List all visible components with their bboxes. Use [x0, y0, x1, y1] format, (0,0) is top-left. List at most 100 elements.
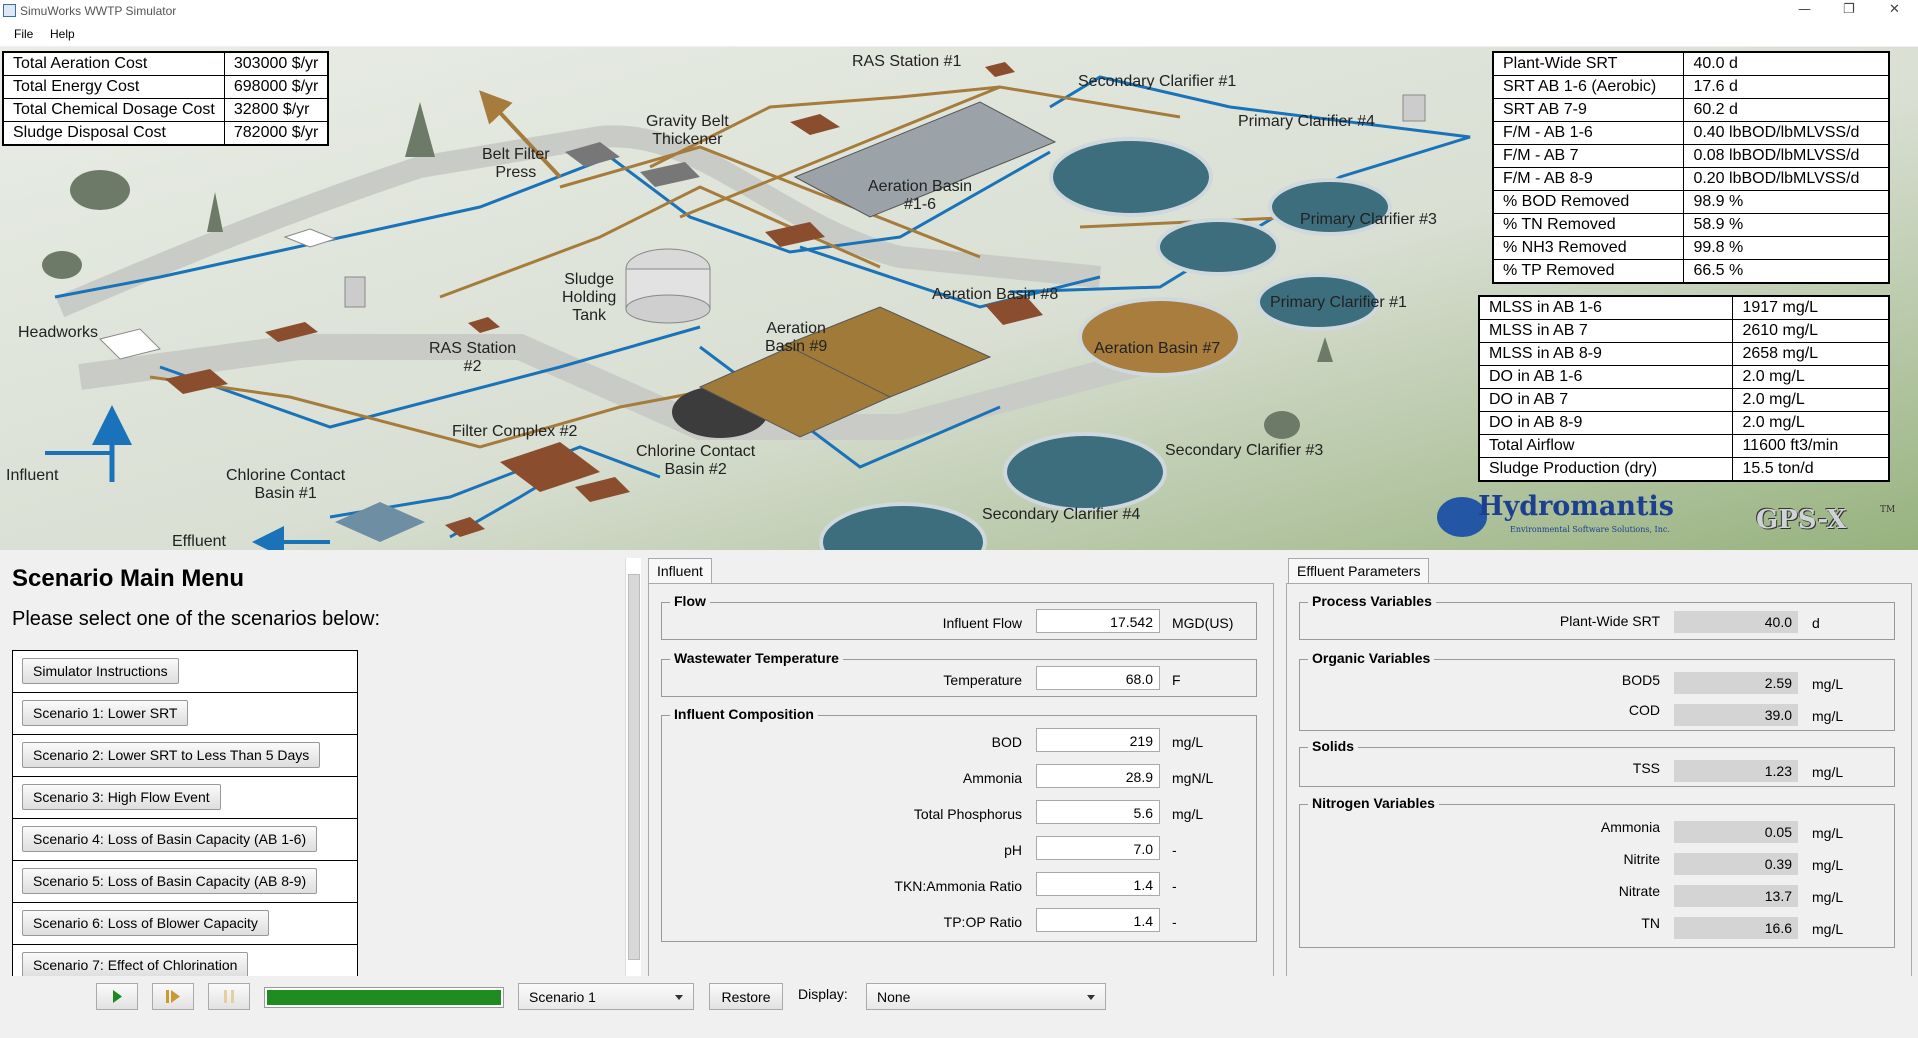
label-primary-clarifier-1[interactable]: Primary Clarifier #1 — [1270, 294, 1407, 312]
cost-value: 782000 $/yr — [223, 121, 329, 146]
label-secondary-clarifier-3[interactable]: Secondary Clarifier #3 — [1165, 442, 1323, 460]
eff-nitrate-unit: mg/L — [1812, 889, 1844, 905]
organic-variables-title: Organic Variables — [1308, 650, 1435, 666]
label-aeration-basin-7[interactable]: Aeration Basin #7 — [1094, 340, 1220, 358]
eff-cod-unit: mg/L — [1812, 708, 1844, 724]
srt-label: F/M - AB 7 — [1492, 144, 1685, 168]
label-headworks[interactable]: Headworks — [18, 324, 98, 342]
temperature-field[interactable]: 68.0 — [1036, 666, 1160, 690]
temperature-label: Temperature — [943, 672, 1022, 688]
bod-unit: mg/L — [1172, 734, 1204, 750]
scenario-6-button[interactable]: Scenario 6: Loss of Blower Capacity — [22, 910, 269, 936]
scenario-2-button[interactable]: Scenario 2: Lower SRT to Less Than 5 Day… — [22, 742, 321, 768]
process-variables-group: Process Variables Plant-Wide SRT 40.0 d — [1299, 593, 1895, 640]
eff-ammonia-value: 0.05 — [1674, 821, 1798, 843]
ph-label: pH — [1004, 842, 1022, 858]
list-item: Scenario 5: Loss of Basin Capacity (AB 8… — [13, 861, 357, 903]
menu-file[interactable]: File — [14, 27, 33, 41]
label-ras-station-1[interactable]: RAS Station #1 — [852, 53, 961, 71]
scenario-5-button[interactable]: Scenario 5: Loss of Basin Capacity (AB 8… — [22, 868, 318, 894]
srt-value: 60.2 d — [1683, 98, 1890, 122]
cost-table: Total Aeration Cost 303000 $/yr Total Ene… — [2, 51, 330, 146]
cost-label: Total Aeration Cost — [2, 51, 225, 76]
list-item: Simulator Instructions — [13, 651, 357, 693]
close-button[interactable]: ✕ — [1889, 2, 1900, 17]
restore-button[interactable]: ❐ — [1843, 2, 1855, 17]
flow-group-title: Flow — [670, 593, 710, 609]
mlss-label: MLSS in AB 8-9 — [1478, 342, 1734, 366]
minimize-button[interactable]: — — [1798, 2, 1811, 17]
tkn-ratio-field[interactable]: 1.4 — [1036, 872, 1160, 896]
tab-effluent-parameters[interactable]: Effluent Parameters — [1288, 558, 1430, 583]
tp-op-ratio-label: TP:OP Ratio — [943, 914, 1022, 930]
mlss-label: Sludge Production (dry) — [1478, 457, 1734, 482]
eff-srt-label: Plant-Wide SRT — [1559, 613, 1660, 629]
scenario-scrollbar[interactable] — [625, 558, 641, 976]
ammonia-field[interactable]: 28.9 — [1036, 764, 1160, 788]
temperature-group-title: Wastewater Temperature — [670, 650, 843, 666]
composition-group-title: Influent Composition — [670, 706, 818, 722]
label-chlorine-contact-basin-2[interactable]: Chlorine Contact Basin #2 — [636, 443, 755, 479]
composition-group: Influent Composition BOD 219 mg/L Ammoni… — [661, 706, 1257, 942]
label-sludge-holding-tank[interactable]: Sludge Holding Tank — [562, 271, 616, 325]
label-secondary-clarifier-4[interactable]: Secondary Clarifier #4 — [982, 506, 1140, 524]
label-filter-complex-2[interactable]: Filter Complex #2 — [452, 423, 577, 441]
ph-field[interactable]: 7.0 — [1036, 836, 1160, 860]
gpsx-trademark: TM — [1880, 505, 1896, 515]
label-secondary-clarifier-1[interactable]: Secondary Clarifier #1 — [1078, 73, 1236, 91]
srt-value: 99.8 % — [1683, 236, 1890, 260]
label-gravity-belt-thickener[interactable]: Gravity Belt Thickener — [646, 113, 729, 149]
bod-field[interactable]: 219 — [1036, 728, 1160, 752]
eff-srt-value: 40.0 — [1674, 611, 1798, 633]
nitrogen-variables-title: Nitrogen Variables — [1308, 795, 1439, 811]
mlss-value: 2.0 mg/L — [1732, 388, 1890, 412]
srt-value: 0.08 lbBOD/lbMLVSS/d — [1683, 144, 1890, 168]
scenario-7-button[interactable]: Scenario 7: Effect of Chlorination — [22, 952, 249, 977]
tp-op-ratio-field[interactable]: 1.4 — [1036, 908, 1160, 932]
mlss-label: MLSS in AB 1-6 — [1478, 295, 1734, 320]
scenario-select[interactable]: Scenario 1 — [518, 983, 694, 1010]
total-phosphorus-label: Total Phosphorus — [913, 806, 1022, 822]
menu-help[interactable]: Help — [50, 27, 75, 41]
label-primary-clarifier-4[interactable]: Primary Clarifier #4 — [1238, 113, 1375, 131]
progress-bar — [264, 987, 504, 1008]
chevron-down-icon — [1087, 995, 1095, 1000]
menu-bar: File Help — [0, 22, 1918, 46]
bod-label: BOD — [991, 734, 1022, 750]
label-chlorine-contact-basin-1[interactable]: Chlorine Contact Basin #1 — [226, 467, 345, 503]
play-button[interactable] — [96, 983, 138, 1010]
restore-button[interactable]: Restore — [709, 983, 783, 1010]
srt-label: SRT AB 7-9 — [1492, 98, 1685, 122]
total-phosphorus-field[interactable]: 5.6 — [1036, 800, 1160, 824]
eff-tn-value: 16.6 — [1674, 917, 1798, 939]
eff-tn-label: TN — [1641, 915, 1660, 931]
mlss-label: DO in AB 8-9 — [1478, 411, 1734, 435]
srt-value: 0.40 lbBOD/lbMLVSS/d — [1683, 121, 1890, 145]
influent-flow-field[interactable]: 17.542 — [1036, 609, 1160, 633]
label-belt-filter-press[interactable]: Belt Filter Press — [482, 146, 550, 182]
label-effluent: Effluent — [172, 533, 226, 550]
eff-ammonia-unit: mg/L — [1812, 825, 1844, 841]
scrollbar-thumb[interactable] — [628, 574, 640, 960]
label-aeration-basin-8[interactable]: Aeration Basin #8 — [932, 286, 1058, 304]
step-button[interactable] — [152, 983, 194, 1010]
eff-srt-unit: d — [1812, 615, 1820, 631]
label-ras-station-2[interactable]: RAS Station #2 — [429, 340, 516, 376]
tab-influent[interactable]: Influent — [648, 558, 712, 583]
mlss-table: MLSS in AB 1-6 1917 mg/L MLSS in AB 7 2610… — [1478, 295, 1890, 482]
eff-nitrate-value: 13.7 — [1674, 885, 1798, 907]
pause-button[interactable] — [208, 983, 250, 1010]
eff-bod-unit: mg/L — [1812, 676, 1844, 692]
influent-flow-label: Influent Flow — [942, 615, 1022, 631]
display-select[interactable]: None — [866, 983, 1106, 1010]
simulator-instructions-button[interactable]: Simulator Instructions — [22, 658, 179, 684]
mlss-value: 2658 mg/L — [1732, 342, 1890, 366]
label-primary-clarifier-3[interactable]: Primary Clarifier #3 — [1300, 211, 1437, 229]
label-aeration-basin-1-6[interactable]: Aeration Basin #1-6 — [868, 178, 972, 214]
scenario-list: Simulator Instructions Scenario 1: Lower… — [12, 650, 358, 978]
scenario-4-button[interactable]: Scenario 4: Loss of Basin Capacity (AB 1… — [22, 826, 318, 852]
solids-group: Solids TSS 1.23 mg/L — [1299, 738, 1895, 787]
scenario-3-button[interactable]: Scenario 3: High Flow Event — [22, 784, 221, 810]
scenario-1-button[interactable]: Scenario 1: Lower SRT — [22, 700, 189, 726]
label-aeration-basin-9[interactable]: Aeration Basin #9 — [765, 320, 827, 356]
